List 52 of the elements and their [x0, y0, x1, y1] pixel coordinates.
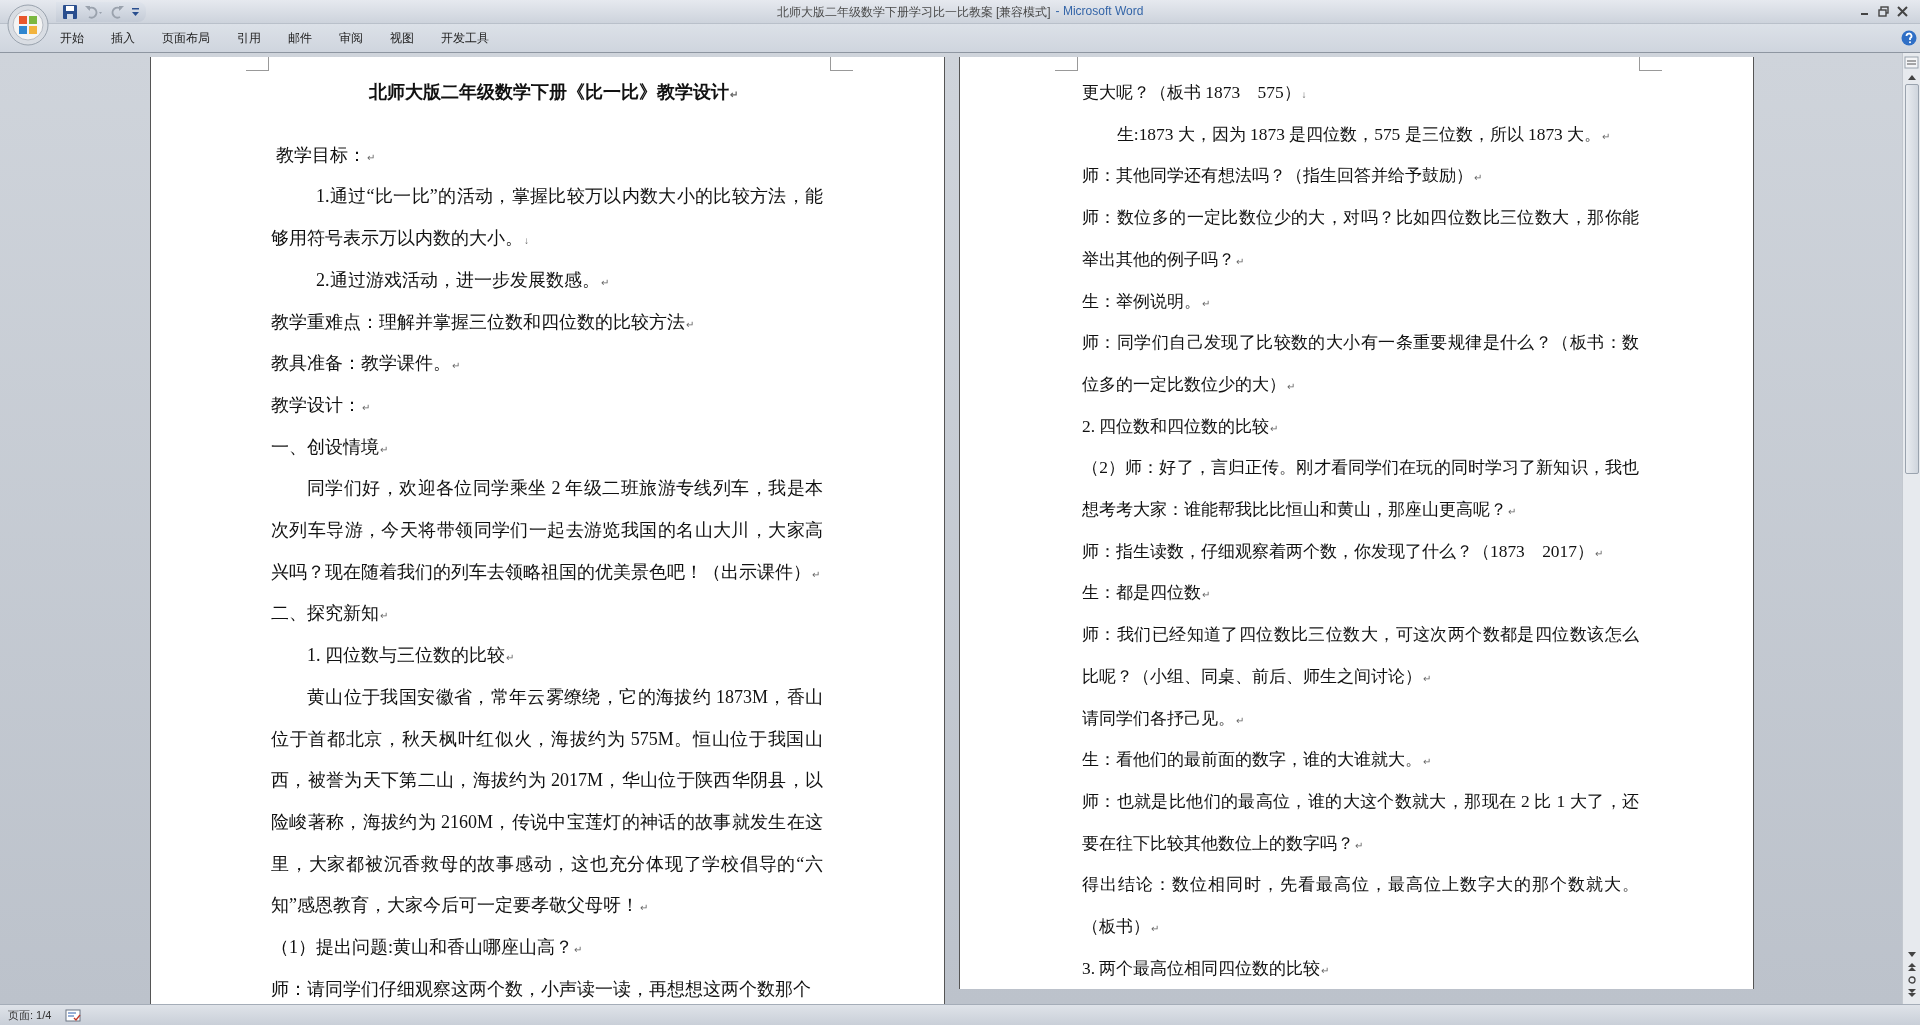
paragraph: （1）提出问题:黄山和香山哪座山高？↵ [271, 936, 583, 960]
paragraph: 师：其他同学还有想法吗？（指生回答并给予鼓励）↵ [1082, 164, 1483, 188]
paragraph: 二、探究新知↵ [271, 602, 389, 626]
ribbon-tab[interactable]: 引用 [225, 27, 274, 49]
paragraph: 生:1873 大，因为 1873 是四位数，575 是三位数，所以 1873 大。↵ [1115, 122, 1612, 146]
paragraph: 教学设计：↵ [271, 393, 371, 417]
paragraph: 得出结论：数位相同时，先看最高位，最高位上数字大的那个数就大。（板书）↵ [1082, 873, 1639, 939]
paragraph: 师：请同学们仔细观察这两个数，小声读一读，再想想这两个数那个 [271, 977, 812, 1001]
corner-mark [830, 57, 853, 71]
paragraph: 教学重难点：理解并掌握三位数和四位数的比较方法↵ [271, 310, 695, 334]
restore-icon[interactable] [1878, 6, 1889, 17]
paragraph: 2.通过游戏活动，进一步发展数感。↵ [315, 268, 610, 292]
ribbon-tab[interactable]: 开始 [48, 27, 97, 49]
paragraph: 教具准备：教学课件。↵ [271, 352, 461, 376]
paragraph: （2）师：好了，言归正传。刚才看同学们在玩的同时学习了新知识，我也想考考大家：谁能帮我比比恒山和黄山，那座山更高呢？↵ [1082, 456, 1639, 522]
paragraph: 一、创设情境↵ [271, 435, 389, 459]
ribbon-tab[interactable]: 页面布局 [150, 27, 223, 49]
corner-mark [1055, 57, 1078, 71]
paragraph: 请同学们各抒己见。↵ [1082, 706, 1245, 730]
ribbon-tab[interactable]: 审阅 [327, 27, 376, 49]
paragraph: 生：看他们的最前面的数字，谁的大谁就大。↵ [1082, 748, 1432, 772]
customize-dropdown-icon[interactable] [131, 6, 140, 17]
paragraph: 黄山位于我国安徽省，常年云雾缭绕，它的海拔约 1873M，香山位于首都北京，秋天枫叶红似火，海拔约为 575M。恒山位于我国山西，被誉为天下第二山，海拔约为 2017M，华山位于陕西华阴县，以险峻著称，海拔约为 2160M，传说中宝莲灯的神话的故事就发生在这里，大家都被沉香救母的故事感动，这也充分体现了学校倡导的“六知”感恩教育，大家今后可一定要孝敬父母呀！↵ [271, 685, 823, 918]
ribbon-tab[interactable]: 邮件 [276, 27, 325, 49]
paragraph: 生：都是四位数↵ [1082, 581, 1211, 605]
page-count[interactable]: 页面: 1/4 [8, 1007, 52, 1023]
paragraph: 教学目标：↵ [275, 143, 377, 167]
paragraph: 师：我们已经知道了四位数比三位数大，可这次两个数都是四位数该怎么比呢？（小组、同桌、前后、师生之间讨论）↵ [1082, 623, 1639, 688]
paragraph: 师：同学们自己发现了比较数的大小有一条重要规律是什么？（板书：数位多的一定比数位少的大）↵ [1082, 331, 1639, 396]
paragraph: 生：举例说明。↵ [1082, 289, 1211, 313]
ribbon-tab[interactable]: 插入 [99, 27, 148, 49]
corner-mark [246, 57, 269, 71]
paragraph: 3. 两个最高位相同四位数的比较↵ [1082, 956, 1331, 980]
paragraph: 1.通过“比一比”的活动，掌握比较万以内数大小的比较方法，能够用符号表示万以内数的大小。↓ [271, 185, 823, 251]
paragraph: 1. 四位数与三位数的比较↵ [306, 644, 515, 668]
paragraph: 2. 四位数和四位数的比较↵ [1082, 414, 1280, 438]
paragraph: 师：数位多的一定比数位少的大，对吗？比如四位数比三位数大，那你能举出其他的例子吗？↵ [1082, 206, 1639, 271]
app-name: - Microsoft Word [1055, 4, 1144, 20]
close-icon[interactable] [1897, 6, 1908, 17]
save-icon[interactable] [62, 3, 78, 20]
proofing-icon[interactable] [65, 1008, 82, 1022]
ribbon-tab[interactable]: 开发工具 [429, 27, 502, 49]
document-heading: 北师大版二年级数学下册《比一比》教学设计↵ [367, 81, 739, 104]
help-icon[interactable] [1901, 30, 1917, 46]
scroll-thumb[interactable] [1904, 84, 1919, 474]
paragraph: 师：也就是比他们的最高位，谁的大这个数就大，那现在 2 比 1 大了，还要在往下比较其他数位上的数字吗？↵ [1082, 789, 1639, 855]
document-title: 北师大版二年级数学下册学习比一比教案 [兼容模式] [776, 4, 1051, 21]
paragraph: 同学们好，欢迎各位同学乘坐 2 年级二班旅游专线列车，我是本次列车导游，今天将带领同学们一起去游览我国的名山大川，大家高兴吗？现在随着我们的列车去领略祖国的优美景色吧！（出示课件）↵ [271, 477, 823, 584]
corner-mark [1639, 57, 1662, 71]
paragraph: 更大呢？（板书 1873 575）↓ [1082, 81, 1308, 104]
ribbon-tab[interactable]: 视图 [378, 27, 427, 49]
paragraph: 师：指生读数，仔细观察着两个数，你发现了什么？（1873 2017）↵ [1082, 539, 1604, 563]
